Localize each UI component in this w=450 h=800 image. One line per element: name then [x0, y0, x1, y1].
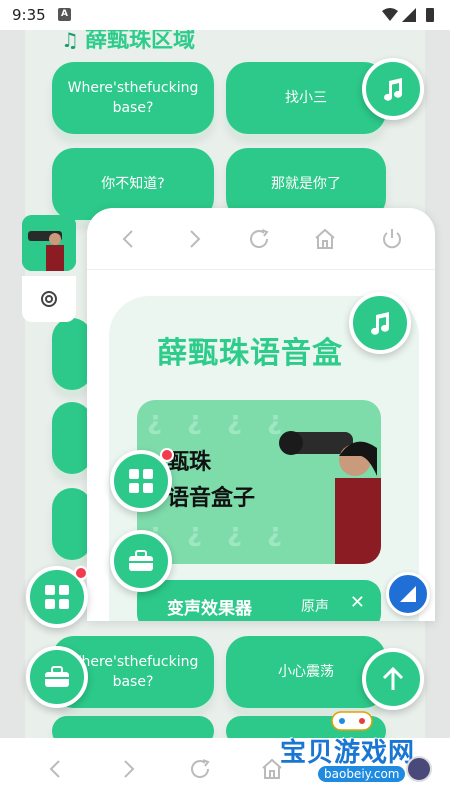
arrow-up-icon — [382, 666, 404, 690]
settings-gear-button[interactable] — [22, 276, 76, 322]
floating-assist-button[interactable] — [386, 572, 430, 616]
back-icon[interactable] — [45, 758, 67, 780]
effects-value: 原声 — [301, 599, 329, 615]
system-icons — [380, 6, 440, 28]
voicebox-title: 薛甄珠语音盒 — [157, 336, 343, 371]
notification-a-icon: A — [58, 8, 71, 21]
voice-effects-bar[interactable]: 变声效果器 原声 ✕ — [137, 580, 381, 621]
voicebox-banner-image[interactable]: ¿¿¿¿ ¿¿¿¿ 甄珠 语音盒子 — [137, 400, 381, 564]
forward-icon[interactable] — [117, 758, 139, 780]
music-note-icon: ♫ — [61, 28, 79, 52]
power-icon[interactable] — [380, 227, 404, 251]
music-fab[interactable] — [362, 58, 424, 120]
refresh-icon[interactable] — [188, 757, 212, 781]
sound-button-partial[interactable] — [52, 402, 92, 474]
toggle-knob[interactable] — [406, 756, 432, 782]
notification-dot — [160, 448, 174, 462]
toolbox-icon — [129, 550, 153, 571]
character-image — [279, 431, 381, 564]
status-time: 9:35 — [12, 6, 46, 24]
back-icon[interactable] — [118, 228, 140, 250]
wifi-icon — [382, 8, 398, 21]
toolbox-icon — [45, 666, 69, 687]
toolbox-fab[interactable] — [26, 646, 88, 708]
triangle-icon — [400, 586, 416, 602]
sound-button-partial[interactable] — [52, 318, 92, 390]
music-note-icon — [371, 312, 390, 335]
effects-label: 变声效果器 — [167, 599, 252, 619]
panel-toolbar — [87, 208, 435, 270]
home-icon[interactable] — [313, 227, 337, 251]
gear-icon — [41, 291, 57, 307]
refresh-icon[interactable] — [247, 227, 271, 251]
status-bar: 9:35 A — [0, 0, 450, 30]
notification-dot — [74, 566, 88, 580]
music-fab[interactable] — [349, 292, 411, 354]
sound-button[interactable]: Where'sthefucking base? — [52, 62, 214, 134]
banner-line-2: 语音盒子 — [167, 486, 256, 511]
gamepad-icon — [331, 711, 373, 731]
grid-icon — [45, 585, 69, 609]
grid-icon — [129, 469, 153, 493]
close-icon[interactable]: ✕ — [350, 592, 365, 613]
music-note-icon — [384, 78, 403, 101]
watermark-brand: 宝贝游戏网 — [280, 738, 416, 768]
sound-button[interactable]: 找小三 — [226, 62, 386, 134]
floating-avatar-thumb[interactable] — [22, 215, 76, 271]
battery-icon — [426, 8, 434, 22]
signal-icon — [402, 8, 416, 22]
forward-icon[interactable] — [183, 228, 205, 250]
banner-line-1: 甄珠 — [167, 450, 212, 475]
site-watermark: 宝贝游戏网 baobeiy.com — [272, 702, 448, 798]
toolbox-fab[interactable] — [110, 530, 172, 592]
watermark-domain: baobeiy.com — [318, 766, 406, 782]
sound-button-partial[interactable] — [52, 488, 92, 560]
scroll-to-top-fab[interactable] — [362, 648, 424, 710]
